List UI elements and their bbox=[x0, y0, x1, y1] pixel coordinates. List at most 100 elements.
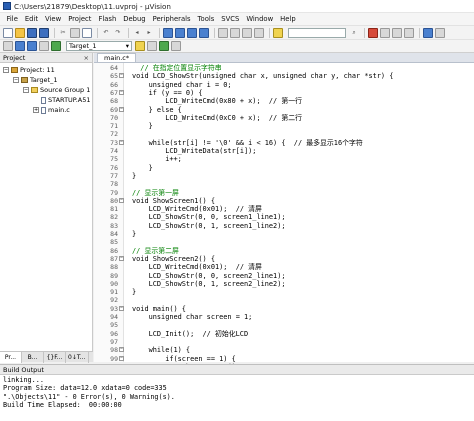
select-packs-icon[interactable] bbox=[171, 41, 181, 51]
redo-icon[interactable]: ↷ bbox=[113, 28, 123, 38]
code-line[interactable]: 91} bbox=[94, 288, 474, 296]
code-line[interactable]: 71 } bbox=[94, 122, 474, 130]
menu-help[interactable]: Help bbox=[277, 15, 300, 23]
nav-forward-icon[interactable]: ▸ bbox=[144, 28, 154, 38]
tree-item-source-group[interactable]: − Source Group 1 bbox=[0, 85, 92, 95]
new-file-icon[interactable] bbox=[3, 27, 13, 38]
code-line[interactable]: 92 bbox=[94, 296, 474, 304]
nav-back-icon[interactable]: ◂ bbox=[132, 28, 142, 38]
find-in-files-icon[interactable] bbox=[273, 27, 283, 38]
close-icon[interactable]: × bbox=[84, 54, 89, 62]
code-line[interactable]: 78 bbox=[94, 180, 474, 188]
code-line[interactable]: 65− void LCD_ShowStr(unsigned char x, uns… bbox=[94, 72, 474, 80]
tab-main-c[interactable]: main.c* bbox=[97, 53, 137, 62]
target-options-icon[interactable] bbox=[135, 41, 145, 51]
menu-svcs[interactable]: SVCS bbox=[218, 15, 243, 23]
code-line[interactable]: 73− while(str[i] != '\0' && i < 16) { //… bbox=[94, 139, 474, 147]
paste-icon[interactable] bbox=[82, 27, 92, 38]
fold-toggle-icon[interactable]: − bbox=[119, 305, 124, 311]
tree-item-startup[interactable]: STARTUP.A51 bbox=[0, 95, 92, 105]
uncomment-icon[interactable] bbox=[254, 27, 264, 38]
tab-project[interactable]: Pr... bbox=[0, 351, 22, 363]
code-line[interactable]: 94 unsigned char screen = 1; bbox=[94, 313, 474, 321]
code-line[interactable]: 72 bbox=[94, 130, 474, 138]
code-line[interactable]: 99− if(screen == 1) { bbox=[94, 355, 474, 363]
configure-icon[interactable] bbox=[435, 27, 445, 38]
translate-icon[interactable] bbox=[3, 41, 13, 51]
menu-file[interactable]: File bbox=[3, 15, 21, 23]
stop-build-icon[interactable] bbox=[39, 41, 49, 51]
build-output-text[interactable]: linking... Program Size: data=12.0 xdata=… bbox=[0, 375, 474, 410]
save-icon[interactable] bbox=[27, 27, 37, 38]
find-icon[interactable]: ⌕ bbox=[349, 28, 359, 38]
kill-breakpoints-icon[interactable] bbox=[404, 27, 414, 38]
collapse-icon[interactable]: − bbox=[13, 77, 19, 83]
prev-bookmark-icon[interactable] bbox=[175, 27, 185, 38]
open-file-icon[interactable] bbox=[15, 27, 25, 38]
menu-edit[interactable]: Edit bbox=[21, 15, 41, 23]
window-layout-icon[interactable] bbox=[423, 27, 433, 38]
code-line[interactable]: 98− while(1) { bbox=[94, 346, 474, 354]
code-area[interactable]: 64 // 在指定位置显示字符串 65− void LCD_ShowStr(unsi… bbox=[94, 63, 474, 421]
code-line[interactable]: 88 LCD_WriteCmd(0x01); // 清屏 bbox=[94, 263, 474, 271]
save-all-icon[interactable] bbox=[39, 27, 49, 38]
undo-icon[interactable]: ↶ bbox=[101, 28, 111, 38]
code-line[interactable]: 68 LCD_WriteCmd(0x80 + x); // 第一行 bbox=[94, 97, 474, 105]
bookmark-icon[interactable] bbox=[163, 27, 173, 38]
debug-start-icon[interactable] bbox=[368, 27, 378, 38]
tree-item-main-c[interactable]: + main.c bbox=[0, 105, 92, 115]
tab-functions[interactable]: {}F... bbox=[44, 351, 66, 363]
rebuild-icon[interactable] bbox=[27, 41, 37, 51]
build-icon[interactable] bbox=[15, 41, 25, 51]
code-line[interactable]: 84} bbox=[94, 230, 474, 238]
code-line[interactable]: 66 unsigned char i = 0; bbox=[94, 81, 474, 89]
disable-breakpoint-icon[interactable] bbox=[392, 27, 402, 38]
code-line[interactable]: 76 } bbox=[94, 164, 474, 172]
collapse-icon[interactable]: − bbox=[23, 87, 29, 93]
code-line[interactable]: 87− void ShowScreen2() { bbox=[94, 255, 474, 263]
tree-item-project[interactable]: − Project: 11 bbox=[0, 65, 92, 75]
menu-window[interactable]: Window bbox=[243, 15, 277, 23]
indent-icon[interactable] bbox=[218, 27, 228, 38]
collapse-icon[interactable]: − bbox=[3, 67, 9, 73]
tab-books[interactable]: B... bbox=[22, 351, 44, 363]
code-line[interactable]: 79 // 显示第一屏 bbox=[94, 189, 474, 197]
fold-toggle-icon[interactable]: − bbox=[119, 73, 124, 79]
download-icon[interactable] bbox=[51, 41, 61, 51]
code-line[interactable]: 97 bbox=[94, 338, 474, 346]
fold-toggle-icon[interactable]: − bbox=[119, 255, 124, 261]
clear-bookmarks-icon[interactable] bbox=[199, 27, 209, 38]
code-line[interactable]: 74 LCD_WriteData(str[i]); bbox=[94, 147, 474, 155]
fold-toggle-icon[interactable]: − bbox=[119, 106, 124, 112]
code-line[interactable]: 90 LCD_ShowStr(0, 1, screen2_line2); bbox=[94, 280, 474, 288]
copy-icon[interactable] bbox=[70, 27, 80, 38]
fold-toggle-icon[interactable]: − bbox=[119, 197, 124, 203]
unindent-icon[interactable] bbox=[230, 27, 240, 38]
code-line[interactable]: 81 LCD_WriteCmd(0x01); // 清屏 bbox=[94, 205, 474, 213]
target-select[interactable]: Target_1 ▾ bbox=[66, 41, 132, 51]
code-line[interactable]: 89 LCD_ShowStr(0, 0, screen2_line1); bbox=[94, 272, 474, 280]
code-line[interactable]: 80− void ShowScreen1() { bbox=[94, 197, 474, 205]
menu-peripherals[interactable]: Peripherals bbox=[149, 15, 194, 23]
code-line[interactable]: 96 LCD_Init(); // 初始化LCD bbox=[94, 330, 474, 338]
cut-icon[interactable]: ✂ bbox=[58, 28, 68, 38]
code-line[interactable]: 69− } else { bbox=[94, 106, 474, 114]
code-line[interactable]: 67− if (y == 0) { bbox=[94, 89, 474, 97]
fold-toggle-icon[interactable]: − bbox=[119, 347, 124, 353]
breakpoint-icon[interactable] bbox=[380, 27, 390, 38]
file-extensions-icon[interactable] bbox=[147, 41, 157, 51]
code-line[interactable]: 95 bbox=[94, 321, 474, 329]
code-line[interactable]: 82 LCD_ShowStr(0, 0, screen1_line1); bbox=[94, 213, 474, 221]
menu-view[interactable]: View bbox=[42, 15, 65, 23]
code-line[interactable]: 64 // 在指定位置显示字符串 bbox=[94, 64, 474, 72]
code-line[interactable]: 70 LCD_WriteCmd(0xC0 + x); // 第二行 bbox=[94, 114, 474, 122]
code-line[interactable]: 77} bbox=[94, 172, 474, 180]
menu-flash[interactable]: Flash bbox=[95, 15, 120, 23]
menu-project[interactable]: Project bbox=[65, 15, 95, 23]
code-line[interactable]: 85 bbox=[94, 238, 474, 246]
find-combo[interactable] bbox=[288, 27, 346, 38]
menu-debug[interactable]: Debug bbox=[120, 15, 149, 23]
fold-toggle-icon[interactable]: − bbox=[119, 89, 124, 95]
code-line[interactable]: 93− void main() { bbox=[94, 305, 474, 313]
code-line[interactable]: 75 i++; bbox=[94, 155, 474, 163]
